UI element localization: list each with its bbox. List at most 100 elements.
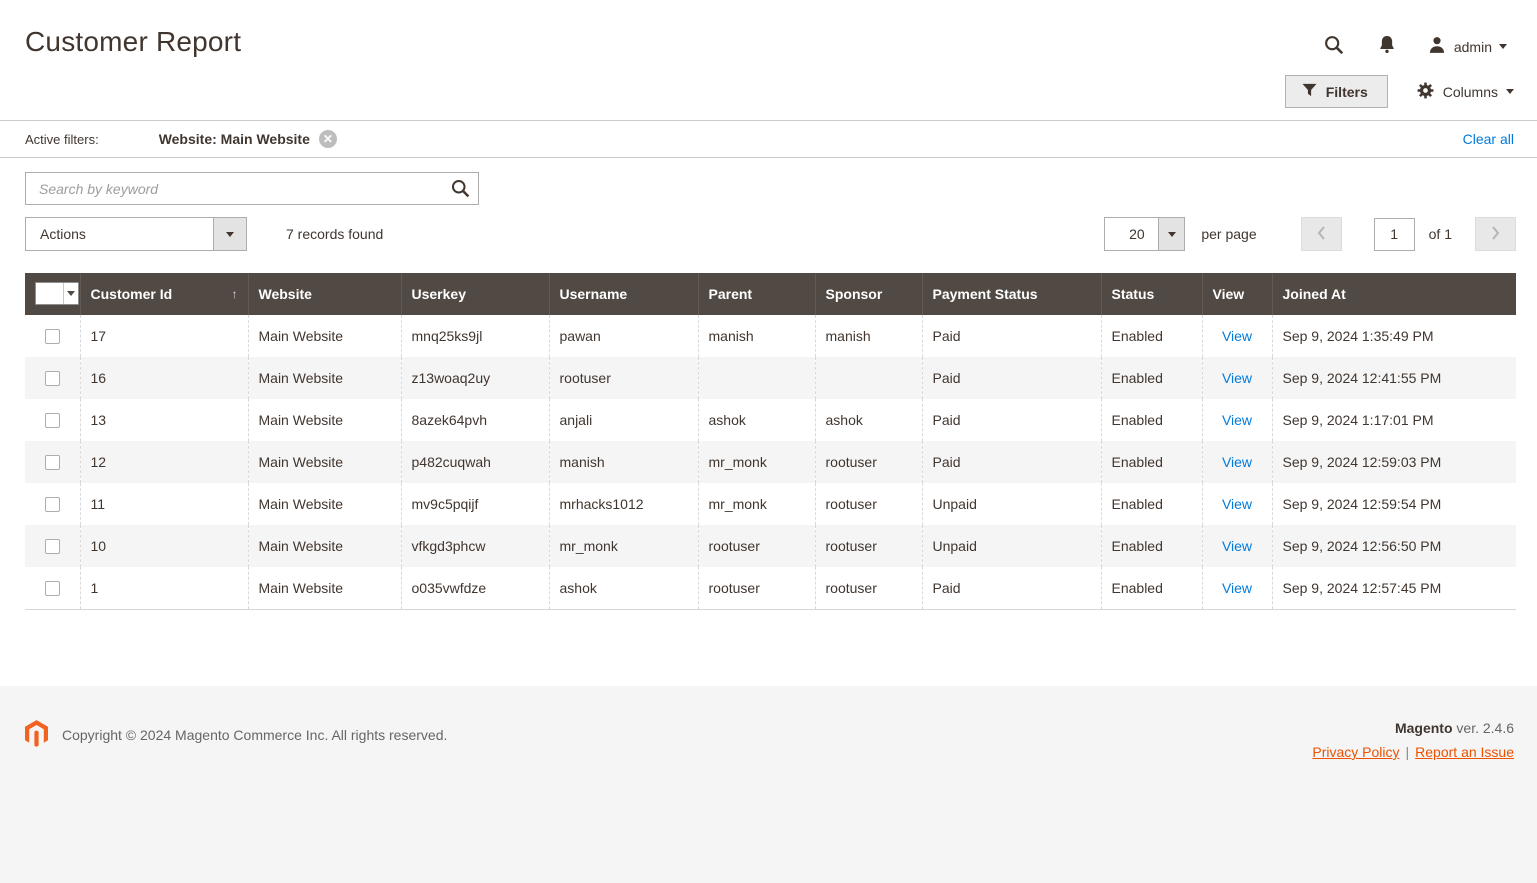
- admin-username-label: admin: [1454, 39, 1492, 55]
- header-actions: admin: [1321, 32, 1507, 61]
- previous-page-button[interactable]: [1301, 217, 1342, 251]
- cell-status: Enabled: [1101, 441, 1202, 483]
- column-header-view[interactable]: View: [1202, 273, 1272, 315]
- row-checkbox[interactable]: [45, 539, 60, 554]
- cell-joined-at: Sep 9, 2024 12:56:50 PM: [1272, 525, 1516, 567]
- filters-button[interactable]: Filters: [1285, 75, 1388, 108]
- copyright-text: Copyright © 2024 Magento Commerce Inc. A…: [62, 727, 447, 743]
- cell-website: Main Website: [248, 483, 401, 525]
- cell-status: Enabled: [1101, 567, 1202, 609]
- column-header-sponsor[interactable]: Sponsor: [815, 273, 922, 315]
- row-checkbox[interactable]: [45, 497, 60, 512]
- select-all-checkbox-dropdown[interactable]: [35, 282, 79, 305]
- page-header: Customer Report admin: [0, 0, 1537, 61]
- cell-username: ashok: [549, 567, 698, 609]
- bell-icon: [1377, 34, 1397, 59]
- privacy-policy-link[interactable]: Privacy Policy: [1312, 744, 1399, 760]
- actions-dropdown[interactable]: Actions: [25, 217, 247, 251]
- version-line: Magento ver. 2.4.6: [1312, 720, 1514, 736]
- table-row: 17 Main Website mnq25ks9jl pawan manish …: [25, 315, 1516, 357]
- cell-website: Main Website: [248, 525, 401, 567]
- row-checkbox[interactable]: [45, 455, 60, 470]
- table-row: 16 Main Website z13woaq2uy rootuser Paid…: [25, 357, 1516, 399]
- records-found-label: 7 records found: [286, 226, 383, 242]
- cell-status: Enabled: [1101, 315, 1202, 357]
- clear-all-link[interactable]: Clear all: [1463, 131, 1514, 147]
- cell-customer-id: 1: [80, 567, 248, 609]
- report-issue-link[interactable]: Report an Issue: [1415, 744, 1514, 760]
- cell-userkey: o035vwfdze: [401, 567, 549, 609]
- cell-payment-status: Paid: [922, 567, 1101, 609]
- cell-sponsor: rootuser: [815, 525, 922, 567]
- row-checkbox[interactable]: [45, 329, 60, 344]
- cell-website: Main Website: [248, 399, 401, 441]
- chevron-down-icon: [1499, 44, 1507, 49]
- view-link[interactable]: View: [1222, 454, 1252, 470]
- cell-username: mrhacks1012: [549, 483, 698, 525]
- table-row: 13 Main Website 8azek64pvh anjali ashok …: [25, 399, 1516, 441]
- actions-dropdown-value: Actions: [26, 226, 213, 242]
- active-filters-bar: Active filters: Website: Main Website ✕ …: [0, 120, 1537, 158]
- current-page-input[interactable]: [1374, 218, 1415, 251]
- cell-website: Main Website: [248, 357, 401, 399]
- chevron-down-icon: [1506, 89, 1514, 94]
- cell-customer-id: 10: [80, 525, 248, 567]
- cell-payment-status: Unpaid: [922, 525, 1101, 567]
- cell-sponsor: rootuser: [815, 567, 922, 609]
- row-checkbox[interactable]: [45, 371, 60, 386]
- view-link[interactable]: View: [1222, 496, 1252, 512]
- cell-joined-at: Sep 9, 2024 1:35:49 PM: [1272, 315, 1516, 357]
- column-header-payment-status[interactable]: Payment Status: [922, 273, 1101, 315]
- view-link[interactable]: View: [1222, 412, 1252, 428]
- row-checkbox[interactable]: [45, 581, 60, 596]
- view-link[interactable]: View: [1222, 370, 1252, 386]
- column-header-website[interactable]: Website: [248, 273, 401, 315]
- column-header-parent[interactable]: Parent: [698, 273, 815, 315]
- global-search-button[interactable]: [1321, 32, 1347, 61]
- admin-account-menu[interactable]: admin: [1427, 35, 1507, 58]
- cell-payment-status: Unpaid: [922, 483, 1101, 525]
- remove-filter-icon[interactable]: ✕: [319, 130, 337, 148]
- brand-name: Magento: [1395, 720, 1453, 736]
- cell-sponsor: [815, 357, 922, 399]
- select-all-checkbox[interactable]: [36, 283, 63, 304]
- pagination-controls: 20 per page of 1: [1104, 217, 1516, 251]
- page-title: Customer Report: [25, 26, 241, 58]
- cell-userkey: 8azek64pvh: [401, 399, 549, 441]
- search-submit-button[interactable]: [448, 176, 473, 204]
- column-header-joined-at[interactable]: Joined At: [1272, 273, 1516, 315]
- row-checkbox[interactable]: [45, 413, 60, 428]
- column-header-userkey[interactable]: Userkey: [401, 273, 549, 315]
- cell-website: Main Website: [248, 567, 401, 609]
- notifications-button[interactable]: [1375, 32, 1399, 61]
- columns-label: Columns: [1443, 84, 1498, 100]
- cell-parent: manish: [698, 315, 815, 357]
- view-link[interactable]: View: [1222, 328, 1252, 344]
- filter-funnel-icon: [1302, 83, 1317, 100]
- table-row: 12 Main Website p482cuqwah manish mr_mon…: [25, 441, 1516, 483]
- per-page-label: per page: [1201, 226, 1256, 242]
- view-link[interactable]: View: [1222, 580, 1252, 596]
- column-header-status[interactable]: Status: [1101, 273, 1202, 315]
- per-page-dropdown[interactable]: 20: [1104, 217, 1185, 251]
- column-header-username[interactable]: Username: [549, 273, 698, 315]
- cell-username: rootuser: [549, 357, 698, 399]
- total-pages-label: of 1: [1429, 226, 1452, 242]
- search-input[interactable]: [25, 172, 479, 205]
- chevron-down-icon: [63, 283, 78, 304]
- cell-username: anjali: [549, 399, 698, 441]
- table-row: 1 Main Website o035vwfdze ashok rootuser…: [25, 567, 1516, 609]
- cell-username: mr_monk: [549, 525, 698, 567]
- columns-control[interactable]: Columns: [1416, 81, 1514, 103]
- cell-sponsor: manish: [815, 315, 922, 357]
- customer-report-page: Customer Report admin: [0, 0, 1537, 883]
- cell-joined-at: Sep 9, 2024 12:59:03 PM: [1272, 441, 1516, 483]
- active-filters-label: Active filters:: [25, 132, 99, 147]
- cell-customer-id: 11: [80, 483, 248, 525]
- view-link[interactable]: View: [1222, 538, 1252, 554]
- next-page-button[interactable]: [1475, 217, 1516, 251]
- column-header-customer-id[interactable]: Customer Id ↑: [80, 273, 248, 315]
- cell-userkey: z13woaq2uy: [401, 357, 549, 399]
- cell-parent: mr_monk: [698, 483, 815, 525]
- cell-parent: [698, 357, 815, 399]
